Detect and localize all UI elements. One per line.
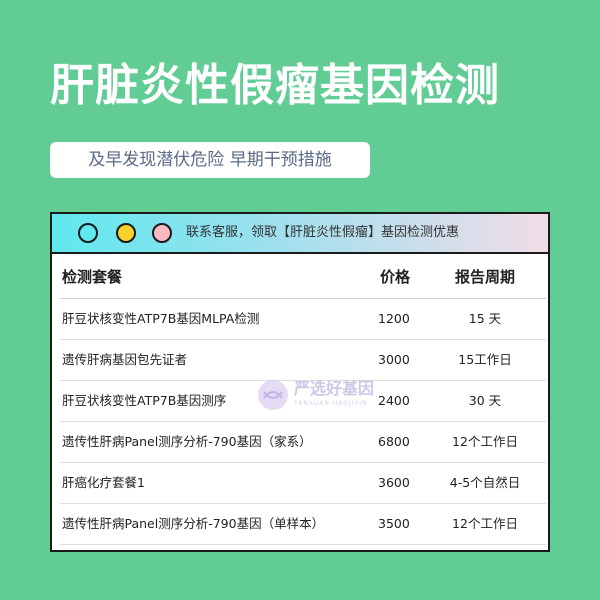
package-name: 遗传肝病基因包先证者 [62, 352, 188, 367]
package-price: 6800 [378, 434, 410, 449]
contact-service-link[interactable]: 联系客服，领取【肝脏炎性假瘤】基因检测优惠 [186, 214, 459, 252]
window-dot-yellow [116, 223, 136, 243]
package-price: 3000 [378, 352, 410, 367]
page-title: 肝脏炎性假瘤基因检测 [50, 60, 500, 111]
package-name: 遗传性肝病Panel测序分析-790基因（单样本） [62, 516, 325, 531]
table-row: 遗传肝病基因包先证者 3000 15工作日 [60, 340, 546, 381]
table-header-row: 检测套餐 价格 报告周期 [60, 256, 546, 299]
table-row: 肝癌化疗套餐1 3600 4-5个自然日 [60, 463, 546, 504]
package-price: 3500 [378, 516, 410, 531]
price-table: 检测套餐 价格 报告周期 肝豆状核变性ATP7B基因MLPA检测 1200 15… [60, 256, 546, 545]
package-period: 4-5个自然日 [449, 475, 521, 490]
window-dot-cyan [78, 223, 98, 243]
package-period: 12个工作日 [452, 516, 518, 531]
package-price: 2400 [378, 393, 410, 408]
package-period: 15工作日 [458, 352, 512, 367]
package-name: 肝癌化疗套餐1 [62, 475, 145, 490]
package-name: 肝豆状核变性ATP7B基因测序 [62, 393, 227, 408]
table-row: 遗传性肝病Panel测序分析-790基因（单样本） 3500 12个工作日 [60, 504, 546, 545]
table-row: 遗传性肝病Panel测序分析-790基因（家系） 6800 12个工作日 [60, 422, 546, 463]
package-price: 3600 [378, 475, 410, 490]
window-titlebar: 联系客服，领取【肝脏炎性假瘤】基因检测优惠 [52, 214, 548, 254]
table-row: 肝豆状核变性ATP7B基因MLPA检测 1200 15 天 [60, 299, 546, 340]
header-period: 报告周期 [454, 268, 515, 286]
table-row: 肝豆状核变性ATP7B基因测序 2400 30 天 [60, 381, 546, 422]
package-price: 1200 [378, 311, 410, 326]
package-name: 遗传性肝病Panel测序分析-790基因（家系） [62, 434, 312, 449]
subtitle-banner: 及早发现潜伏危险 早期干预措施 [50, 142, 370, 178]
package-period: 12个工作日 [452, 434, 518, 449]
package-period: 30 天 [468, 393, 502, 408]
header-package: 检测套餐 [62, 268, 123, 286]
header-price: 价格 [380, 268, 411, 286]
price-window: 联系客服，领取【肝脏炎性假瘤】基因检测优惠 检测套餐 价格 报告周期 肝豆状核变… [50, 212, 550, 552]
package-period: 15 天 [468, 311, 502, 326]
package-name: 肝豆状核变性ATP7B基因MLPA检测 [62, 311, 260, 326]
window-dot-pink [152, 223, 172, 243]
